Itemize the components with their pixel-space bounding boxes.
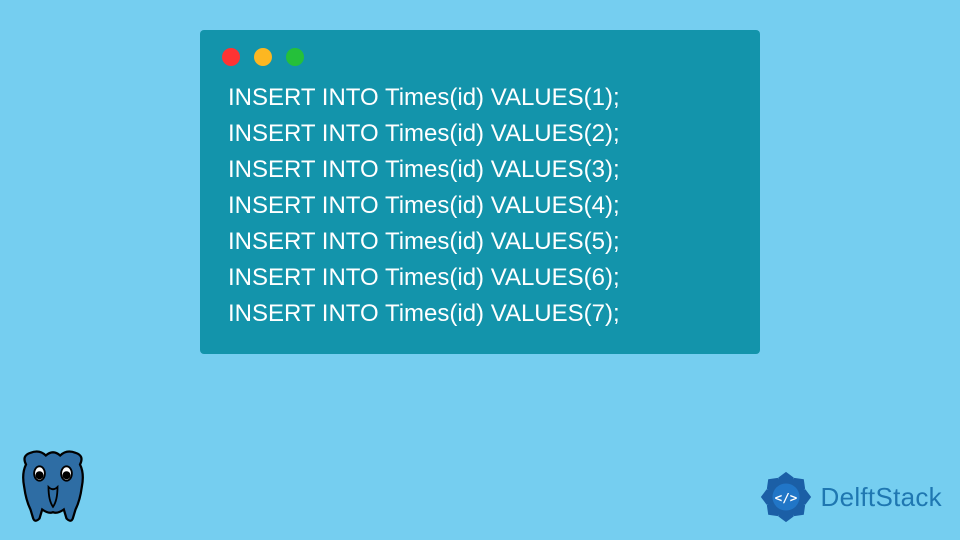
code-line: INSERT INTO Times(id) VALUES(4); (228, 188, 732, 224)
code-block: INSERT INTO Times(id) VALUES(1); INSERT … (200, 74, 760, 332)
code-line: INSERT INTO Times(id) VALUES(2); (228, 116, 732, 152)
delftstack-badge-icon: </> (757, 468, 815, 526)
close-icon[interactable] (222, 48, 240, 66)
code-line: INSERT INTO Times(id) VALUES(6); (228, 260, 732, 296)
brand-name: DelftStack (821, 482, 943, 513)
code-window: INSERT INTO Times(id) VALUES(1); INSERT … (200, 30, 760, 354)
code-line: INSERT INTO Times(id) VALUES(5); (228, 224, 732, 260)
window-controls (200, 30, 760, 74)
code-line: INSERT INTO Times(id) VALUES(7); (228, 296, 732, 332)
code-line: INSERT INTO Times(id) VALUES(3); (228, 152, 732, 188)
minimize-icon[interactable] (254, 48, 272, 66)
code-line: INSERT INTO Times(id) VALUES(1); (228, 80, 732, 116)
maximize-icon[interactable] (286, 48, 304, 66)
brand-logo: </> DelftStack (757, 468, 943, 526)
postgresql-icon (8, 442, 98, 532)
svg-text:</>: </> (774, 490, 797, 505)
